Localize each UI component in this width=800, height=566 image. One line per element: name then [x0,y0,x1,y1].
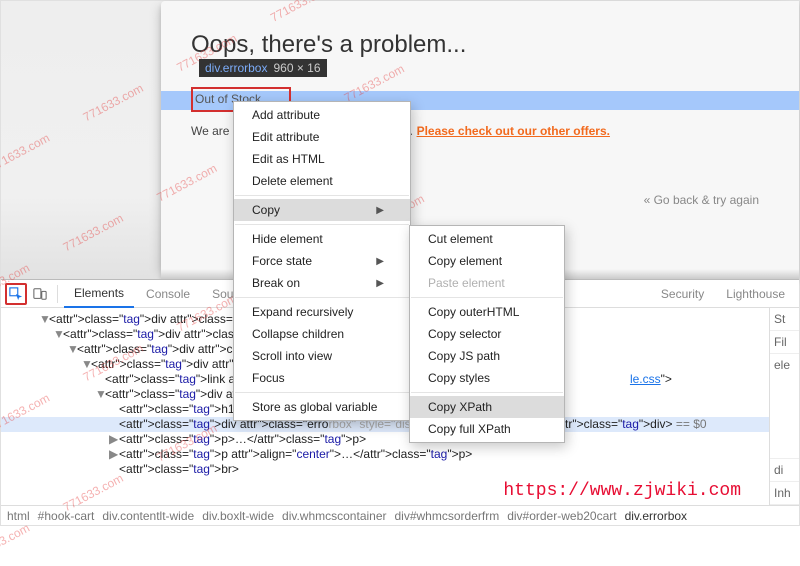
menu-item[interactable]: Copy element [410,250,564,272]
breadcrumb-item[interactable]: div.boxlt-wide [202,509,274,523]
styles-tab[interactable]: St [770,308,799,331]
menu-item[interactable]: Copy▶ [234,199,410,221]
context-menu-main: Add attributeEdit attributeEdit as HTMLD… [233,101,411,421]
menu-item[interactable]: Edit as HTML [234,148,410,170]
dom-node[interactable]: ▶<attr">class="tag">p attr">align="cente… [1,447,769,462]
menu-item[interactable]: Copy styles [410,367,564,389]
menu-item: Paste element [410,272,564,294]
breadcrumb-item[interactable]: html [7,509,30,523]
inspector-tooltip: div.errorbox960 × 16 [199,59,327,77]
menu-item[interactable]: Copy full XPath [410,418,564,440]
styles-inherited: Inh [770,482,799,505]
inspect-element-button[interactable] [5,283,27,305]
tab-console[interactable]: Console [136,281,200,307]
breadcrumb-item[interactable]: div#whmcsorderfrm [395,509,500,523]
other-offers-link[interactable]: Please check out our other offers. [417,124,610,138]
menu-item[interactable]: Collapse children [234,323,410,345]
page-title: Oops, there's a problem... [191,31,759,59]
menu-item[interactable]: Delete element [234,170,410,192]
styles-pane: St Fil ele di Inh [769,308,799,505]
menu-item[interactable]: Copy XPath [410,396,564,418]
menu-item[interactable]: Copy selector [410,323,564,345]
styles-filter[interactable]: Fil [770,331,799,354]
menu-item[interactable]: Copy outerHTML [410,301,564,323]
menu-item[interactable]: Break on▶ [234,272,410,294]
styles-rule: ele [770,354,799,459]
source-url-overlay: https://www.zjwiki.com [503,481,741,501]
breadcrumb-item[interactable]: div.errorbox [625,509,687,523]
breadcrumb[interactable]: html #hook-cart div.contentlt-wide div.b… [1,505,799,525]
menu-item[interactable]: Force state▶ [234,250,410,272]
dom-node[interactable]: <attr">class="tag">br> [1,462,769,477]
menu-item[interactable]: Hide element [234,228,410,250]
menu-item[interactable]: Cut element [410,228,564,250]
menu-item[interactable]: Add attribute [234,104,410,126]
tab-lighthouse[interactable]: Lighthouse [716,281,795,307]
tab-security[interactable]: Security [651,281,714,307]
tab-elements[interactable]: Elements [64,280,134,308]
menu-item[interactable]: Scroll into view [234,345,410,367]
context-menu-copy-submenu: Cut elementCopy elementPaste element Copy… [409,225,565,443]
breadcrumb-item[interactable]: #hook-cart [38,509,95,523]
breadcrumb-item[interactable]: div.whmcscontainer [282,509,386,523]
dom-node[interactable]: ▶<attr">class="tag">p>…</attr">class="ta… [1,432,769,447]
menu-item[interactable]: Store as global variable [234,396,410,418]
menu-item[interactable]: Expand recursively [234,301,410,323]
breadcrumb-item[interactable]: div#order-web20cart [507,509,616,523]
menu-item[interactable]: Focus [234,367,410,389]
menu-item[interactable]: Edit attribute [234,126,410,148]
styles-rule-2: di [770,459,799,482]
menu-item[interactable]: Copy JS path [410,345,564,367]
go-back-link[interactable]: « Go back & try again [644,193,759,207]
toggle-device-button[interactable] [29,283,51,305]
breadcrumb-item[interactable]: div.contentlt-wide [102,509,194,523]
